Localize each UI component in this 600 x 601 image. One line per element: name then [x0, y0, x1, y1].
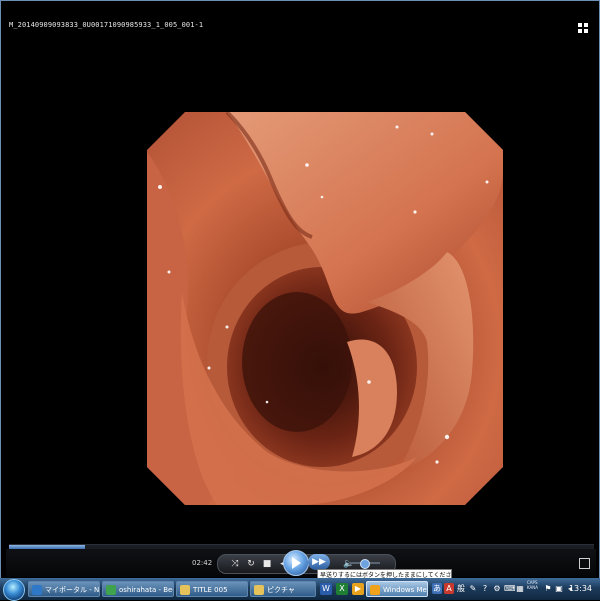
player-window: M_20140909093833_0U00171090985933_1_005_…: [0, 0, 600, 600]
word-icon[interactable]: W: [320, 583, 332, 595]
network-icon[interactable]: ▣: [554, 583, 564, 594]
player-title-bar: M_20140909093833_0U00171090985933_1_005_…: [6, 15, 596, 43]
taskbar-item-label: Windows Media ...: [383, 586, 427, 594]
media-player-icon: [370, 585, 380, 595]
taskbar-item-portal[interactable]: マイポータル - Ni...: [28, 581, 100, 597]
elapsed-time: 02:42: [192, 559, 213, 567]
excel-icon[interactable]: X: [336, 583, 348, 595]
keyboard-status: CAPS KANA: [527, 580, 539, 590]
mail-icon: [106, 585, 116, 595]
play-button[interactable]: [283, 550, 309, 576]
taskbar-item-becky[interactable]: oshirahata - Bec...: [102, 581, 174, 597]
ime-mode-icon[interactable]: 般: [456, 583, 466, 594]
keyboard-icon[interactable]: ⌨: [504, 583, 516, 594]
taskbar-item-pictures[interactable]: ピクチャ: [250, 581, 316, 597]
stop-icon[interactable]: ■: [260, 555, 274, 573]
play-icon: [292, 557, 301, 569]
settings-icon[interactable]: ⚙: [492, 583, 502, 594]
flag-icon[interactable]: ⚑: [543, 583, 553, 594]
taskbar-item-windows-media[interactable]: Windows Media ...: [366, 581, 428, 597]
media-player-icon[interactable]: ▶: [352, 583, 364, 595]
folder-icon: [180, 585, 190, 595]
start-button[interactable]: [3, 579, 25, 601]
taskbar-item-label: ピクチャ: [267, 586, 295, 594]
ime-pad-icon[interactable]: ▦: [515, 583, 525, 594]
taskbar-item-title005[interactable]: TITLE 005: [176, 581, 248, 597]
acrobat-icon[interactable]: A: [444, 583, 454, 594]
video-area[interactable]: [6, 43, 596, 541]
ime-tool-icon[interactable]: ✎: [468, 583, 478, 594]
taskbar: マイポータル - Ni... oshirahata - Bec... TITLE…: [0, 578, 600, 601]
shuffle-icon[interactable]: ⤨: [228, 555, 242, 573]
video-title: M_20140909093833_0U00171090985933_1_005_…: [9, 21, 204, 29]
grid-icon[interactable]: [577, 22, 589, 34]
repeat-icon[interactable]: ↻: [244, 555, 258, 573]
ime-icon[interactable]: あ: [432, 583, 442, 594]
help-icon[interactable]: ?: [480, 583, 490, 594]
taskbar-item-label: マイポータル - Ni...: [45, 586, 100, 594]
fast-forward-icon[interactable]: ▶▶: [308, 554, 330, 570]
taskbar-item-label: oshirahata - Bec...: [119, 586, 173, 594]
volume-slider-thumb[interactable]: [359, 559, 370, 569]
endoscopy-video-frame[interactable]: [147, 112, 503, 505]
folder-icon: [254, 585, 264, 595]
clock: 13:34: [568, 584, 592, 593]
switch-to-library-icon[interactable]: [579, 558, 590, 569]
taskbar-item-label: TITLE 005: [193, 586, 228, 594]
browser-icon: [32, 585, 42, 595]
